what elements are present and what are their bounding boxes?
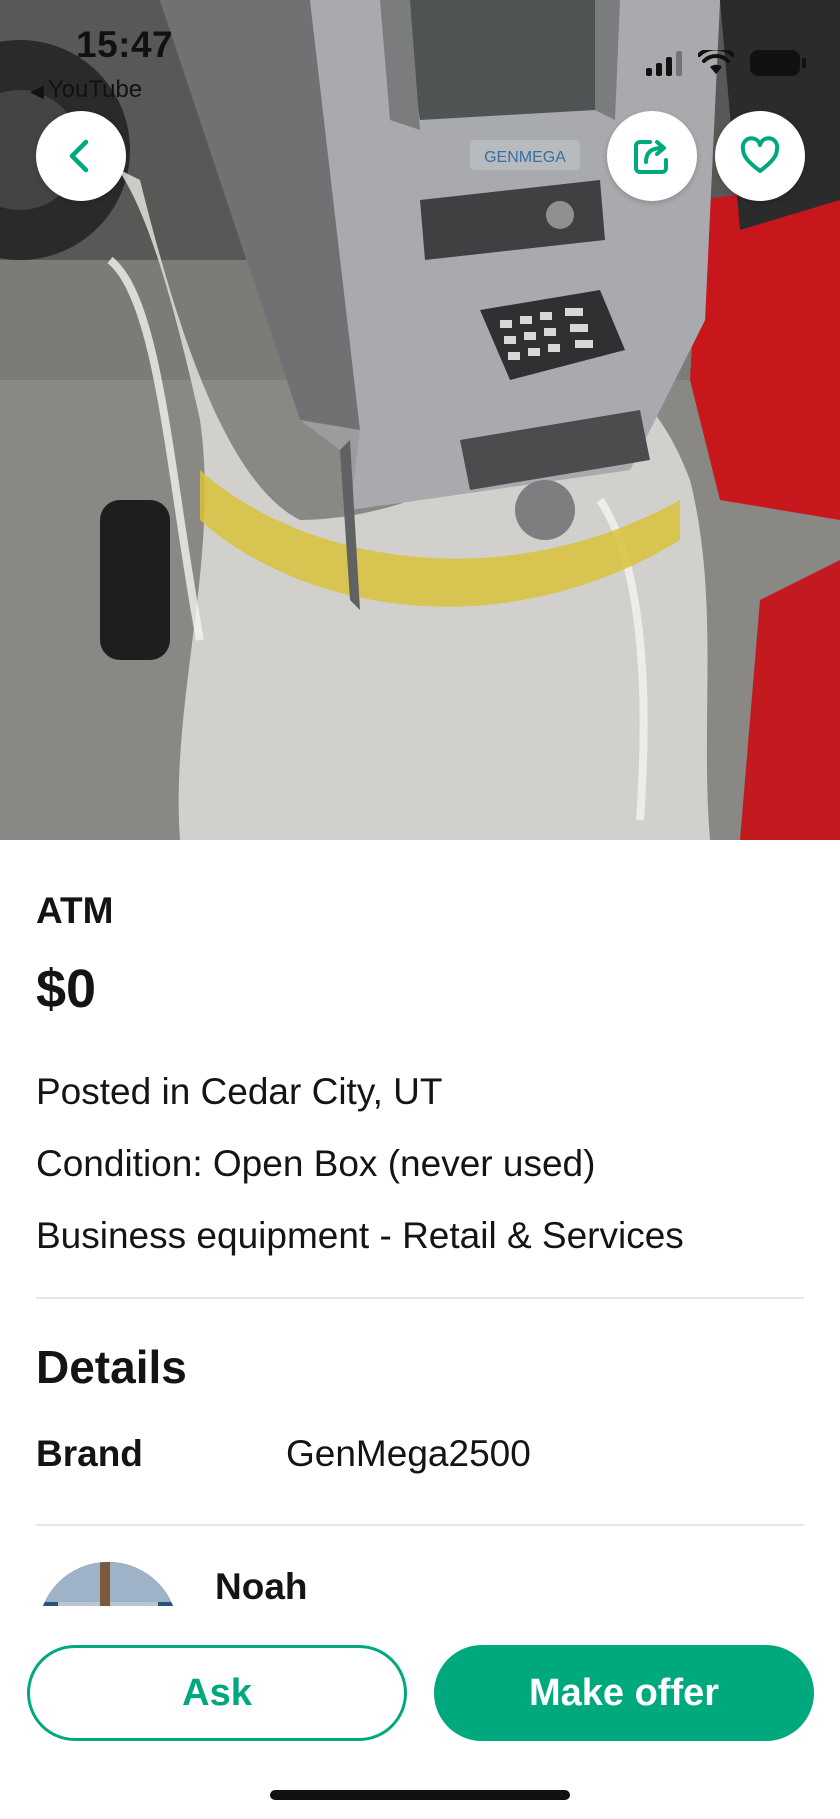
listing-category[interactable]: Business equipment - Retail & Services (36, 1200, 804, 1272)
seller-section[interactable]: Noah (0, 1526, 840, 1606)
avatar-image (38, 1562, 178, 1606)
listing-meta: Posted in Cedar City, UT Condition: Open… (36, 1056, 804, 1272)
battery-icon (750, 50, 806, 76)
action-bar: Ask Make offer (0, 1607, 840, 1819)
divider (36, 1297, 804, 1299)
back-button[interactable] (36, 111, 126, 201)
share-icon (634, 140, 668, 174)
home-indicator[interactable] (270, 1790, 570, 1800)
listing-info: ATM $0 Posted in Cedar City, UT Conditio… (36, 860, 804, 1272)
details-heading: Details (36, 1341, 187, 1393)
back-app-label: YouTube (47, 76, 143, 103)
listing-condition: Condition: Open Box (never used) (36, 1143, 596, 1184)
details-label: Brand (36, 1433, 143, 1474)
svg-text:GENMEGA: GENMEGA (484, 149, 566, 166)
status-icons (646, 50, 806, 76)
cellular-signal-icon (646, 50, 682, 76)
wifi-icon (698, 50, 734, 74)
listing-price: $0 (36, 959, 97, 1019)
status-time: 15:47 (76, 24, 174, 65)
atm-photo-illustration: GENMEGA (0, 0, 840, 840)
make-offer-button[interactable]: Make offer (434, 1645, 814, 1741)
listing-photo[interactable]: GENMEGA 15:47 ◀ YouTube (0, 0, 840, 840)
back-to-app-link[interactable]: ◀ YouTube (30, 76, 142, 104)
details-row-brand: Brand GenMega2500 (36, 1433, 531, 1475)
share-button[interactable] (607, 111, 697, 201)
seller-avatar[interactable] (38, 1562, 178, 1606)
listing-title: ATM (36, 890, 114, 931)
back-chevron-icon (69, 139, 89, 173)
ask-button[interactable]: Ask (27, 1645, 407, 1741)
favorite-button[interactable] (715, 111, 805, 201)
listing-location: Posted in Cedar City, UT (36, 1071, 443, 1112)
heart-icon (740, 136, 780, 173)
back-triangle-icon: ◀ (30, 81, 44, 101)
details-value: GenMega2500 (286, 1433, 531, 1474)
seller-name[interactable]: Noah (215, 1566, 308, 1606)
